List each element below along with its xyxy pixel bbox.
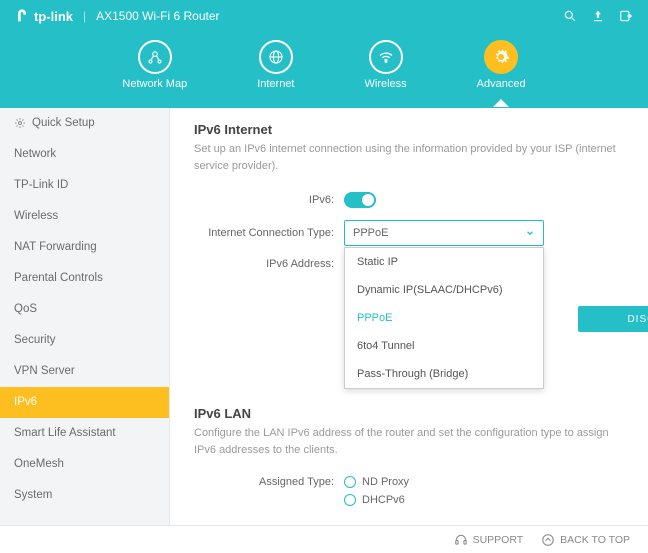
logo: tp-link [14,8,73,24]
radio-icon [344,476,356,488]
internet-icon [259,40,293,74]
sidebar-item-label: Network [14,148,56,160]
nav-network-map[interactable]: Network Map [122,40,187,90]
radio-dhcpv6[interactable]: DHCPv6 [344,494,405,506]
ipv6-internet-desc: Set up an IPv6 internet connection using… [194,141,628,174]
header-actions [562,8,634,24]
nav-label: Network Map [122,78,187,90]
ipv6-internet-title: IPv6 Internet [194,122,628,137]
ipv6-lan-title: IPv6 LAN [194,406,628,421]
back-to-top-label: BACK TO TOP [560,534,630,546]
sidebar-item-label: Quick Setup [32,117,95,129]
radio-icon [344,494,356,506]
option-pppoe[interactable]: PPPoE [345,304,543,332]
sidebar-item-network[interactable]: Network [0,139,169,170]
support-label: SUPPORT [473,534,524,546]
option-static-ip[interactable]: Static IP [345,248,543,276]
sidebar-item-nat[interactable]: NAT Forwarding [0,232,169,263]
conn-type-dropdown: Static IP Dynamic IP(SLAAC/DHCPv6) PPPoE… [344,247,544,389]
ipv6-toggle[interactable] [344,192,376,208]
nav-label: Internet [257,78,294,90]
arrow-up-icon [541,533,555,547]
sidebar-item-onemesh[interactable]: OneMesh [0,449,169,480]
content: IPv6 Internet Set up an IPv6 internet co… [170,108,648,525]
header: tp-link | AX1500 Wi-Fi 6 Router Network … [0,0,648,108]
nav-internet[interactable]: Internet [257,40,294,90]
sidebar-item-wireless[interactable]: Wireless [0,201,169,232]
ipv6-label: IPv6: [194,194,344,206]
sidebar-item-label: Parental Controls [14,272,103,284]
ipv6-address-label: IPv6 Address: [194,258,344,270]
sidebar-item-sla[interactable]: Smart Life Assistant [0,418,169,449]
row-assigned-type-2: DHCPv6 [194,494,628,506]
footer: SUPPORT BACK TO TOP [0,525,648,553]
sidebar-item-system[interactable]: System [0,480,169,511]
option-6to4[interactable]: 6to4 Tunnel [345,332,543,360]
ipv6-lan-desc: Configure the LAN IPv6 address of the ro… [194,425,628,458]
nav-wireless[interactable]: Wireless [365,40,407,90]
advanced-icon [484,40,518,74]
sidebar: Quick Setup Network TP-Link ID Wireless … [0,108,170,525]
brand-row: tp-link | AX1500 Wi-Fi 6 Router [0,0,648,32]
radio-nd-proxy[interactable]: ND Proxy [344,476,409,488]
upgrade-icon[interactable] [590,8,606,24]
sidebar-item-label: Wireless [14,210,58,222]
network-map-icon [138,40,172,74]
wireless-icon [369,40,403,74]
sidebar-item-label: TP-Link ID [14,179,68,191]
sidebar-item-label: NAT Forwarding [14,241,97,253]
back-to-top-button[interactable]: BACK TO TOP [541,533,630,547]
conn-type-value: PPPoE [353,227,388,239]
sidebar-item-vpn[interactable]: VPN Server [0,356,169,387]
gear-icon [14,117,26,129]
nav-label: Advanced [477,78,526,90]
support-button[interactable]: SUPPORT [454,533,524,547]
radio-label: ND Proxy [362,476,409,488]
logout-icon[interactable] [618,8,634,24]
row-conn-type: Internet Connection Type: PPPoE Static I… [194,220,628,246]
sidebar-item-label: IPv6 [14,396,37,408]
sidebar-item-ipv6[interactable]: IPv6 [0,387,169,418]
assigned-type-label: Assigned Type: [194,476,344,488]
sidebar-item-security[interactable]: Security [0,325,169,356]
row-ipv6-toggle: IPv6: [194,192,628,208]
row-assigned-type: Assigned Type: ND Proxy [194,476,628,488]
sidebar-item-tplinkid[interactable]: TP-Link ID [0,170,169,201]
sidebar-item-quick-setup[interactable]: Quick Setup [0,108,169,139]
nav-label: Wireless [365,78,407,90]
search-icon[interactable] [562,8,578,24]
ipv6-lan-block: IPv6 LAN Configure the LAN IPv6 address … [194,406,628,506]
body: Quick Setup Network TP-Link ID Wireless … [0,108,648,525]
conn-type-label: Internet Connection Type: [194,227,344,239]
sidebar-item-label: Security [14,334,56,346]
brand-divider: | [83,9,86,23]
disconnect-button[interactable]: DISCONNECT [578,306,648,332]
main-nav: Network Map Internet Wireless Advanced [0,40,648,90]
brand-text: tp-link [34,9,73,24]
sidebar-item-parental[interactable]: Parental Controls [0,263,169,294]
headset-icon [454,533,468,547]
nav-advanced[interactable]: Advanced [477,40,526,90]
option-passthrough[interactable]: Pass-Through (Bridge) [345,360,543,388]
sidebar-item-label: OneMesh [14,458,64,470]
chevron-down-icon [525,228,535,238]
conn-type-select[interactable]: PPPoE [344,220,544,246]
model-text: AX1500 Wi-Fi 6 Router [96,9,219,23]
sidebar-item-label: System [14,489,52,501]
tplink-logo-icon [14,8,30,24]
sidebar-item-label: Smart Life Assistant [14,427,116,439]
option-dynamic-ip[interactable]: Dynamic IP(SLAAC/DHCPv6) [345,276,543,304]
radio-label: DHCPv6 [362,494,405,506]
sidebar-item-label: QoS [14,303,37,315]
sidebar-item-qos[interactable]: QoS [0,294,169,325]
sidebar-item-label: VPN Server [14,365,75,377]
conn-type-select-wrap: PPPoE Static IP Dynamic IP(SLAAC/DHCPv6)… [344,220,544,246]
